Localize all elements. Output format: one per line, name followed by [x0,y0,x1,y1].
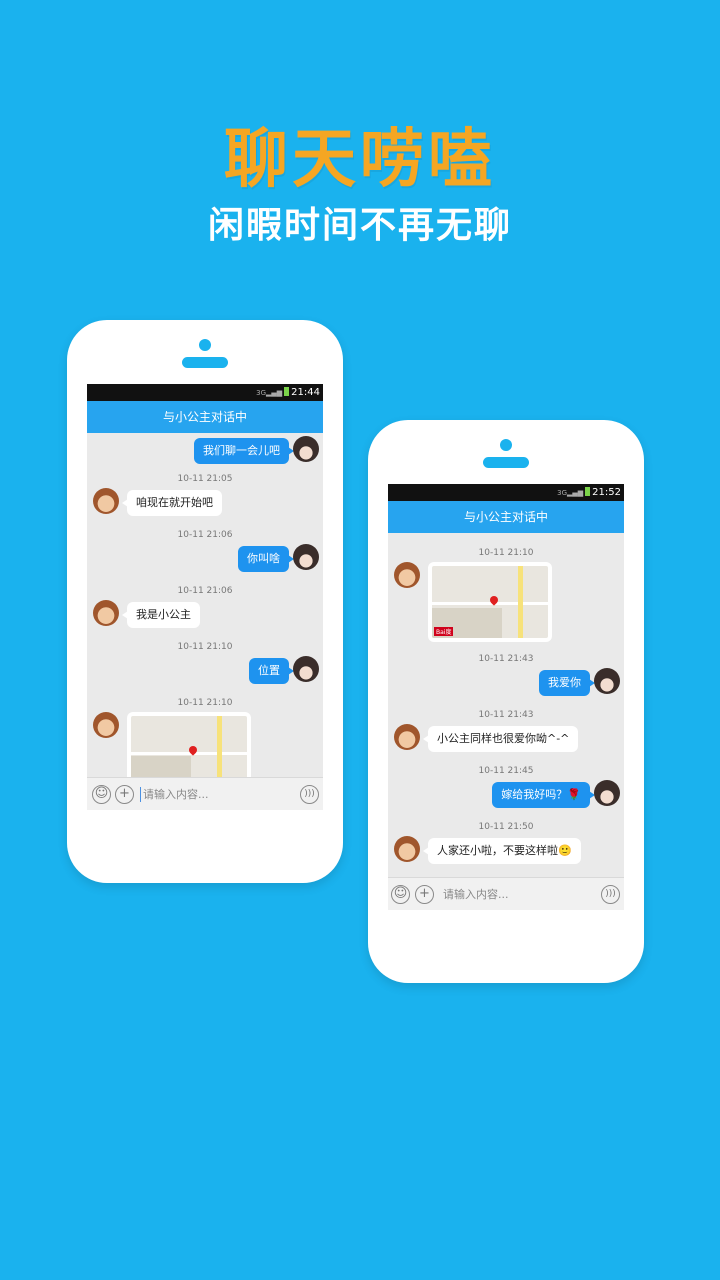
timestamp: 10-11 21:50 [478,822,534,832]
camera-dot [500,439,512,451]
input-bar: ☺ + 请输入内容... ))) [87,777,323,810]
timestamp: 10-11 21:43 [478,710,534,720]
message-row [87,712,323,784]
sent-bubble[interactable]: 我爱你 [539,670,595,696]
timestamp: 10-11 21:06 [177,530,233,540]
sent-bubble[interactable]: 我们聊一会儿吧 [194,438,294,464]
message-input[interactable]: 请输入内容... [143,778,209,810]
location-map-bubble[interactable]: Bai度 [428,562,552,642]
hero-subtitle: 闲暇时间不再无聊 [207,205,512,246]
message-row: 你叫啥 [87,544,323,574]
map-thumbnail [131,716,247,780]
phone-mockup-2: 3G▂▄▆ 21:52 与小公主对话中 10-11 21:10 Bai度 10-1… [368,420,644,983]
message-row: Bai度 [388,562,624,646]
map-logo: Bai度 [434,627,454,636]
speaker-grille [182,357,228,368]
message-row: 我们聊一会儿吧 [87,436,323,466]
location-map-bubble[interactable] [127,712,251,784]
camera-dot [199,339,211,351]
message-row: 咱现在就开始吧 [87,488,323,518]
contact-avatar[interactable] [93,488,119,514]
message-row: 人家还小啦，不要这样啦🙂 [388,836,624,866]
text-cursor [140,787,141,802]
user-avatar[interactable] [293,656,319,682]
voice-icon[interactable]: ))) [300,785,319,804]
contact-avatar[interactable] [93,712,119,738]
sent-bubble[interactable]: 你叫啥 [238,546,294,572]
voice-icon[interactable]: ))) [601,885,620,904]
status-time: 21:52 [592,487,621,498]
speaker-grille [483,457,529,468]
status-bar: 3G▂▄▆ 21:44 [87,384,323,401]
plus-icon[interactable]: + [115,785,134,804]
received-bubble[interactable]: 我是小公主 [122,602,200,628]
message-row: 小公主同样也很爱你呦^-^ [388,724,624,754]
chat-title: 与小公主对话中 [388,501,624,533]
message-row: 嫁给我好吗？🌹 [388,780,624,810]
chat-title: 与小公主对话中 [87,401,323,433]
chat-screen-1: 3G▂▄▆ 21:44 与小公主对话中 我们聊一会儿吧 10-11 21:05 咱… [87,384,323,810]
chat-screen-2: 3G▂▄▆ 21:52 与小公主对话中 10-11 21:10 Bai度 10-1… [388,484,624,910]
user-avatar[interactable] [293,544,319,570]
timestamp: 10-11 21:10 [478,548,534,558]
contact-avatar[interactable] [394,562,420,588]
message-input[interactable]: 请输入内容... [443,878,509,910]
message-list[interactable]: 我们聊一会儿吧 10-11 21:05 咱现在就开始吧 10-11 21:06 … [87,436,323,788]
timestamp: 10-11 21:10 [177,698,233,708]
timestamp: 10-11 21:10 [177,642,233,652]
timestamp: 10-11 21:05 [177,474,233,484]
user-avatar[interactable] [594,668,620,694]
user-avatar[interactable] [594,780,620,806]
hero-title: 聊天唠嗑 [224,123,496,197]
message-list[interactable]: 10-11 21:10 Bai度 10-11 21:43 我爱你 10-11 2… [388,546,624,872]
map-thumbnail: Bai度 [432,566,548,638]
plus-icon[interactable]: + [415,885,434,904]
received-bubble[interactable]: 咱现在就开始吧 [122,490,222,516]
user-avatar[interactable] [293,436,319,462]
timestamp: 10-11 21:43 [478,654,534,664]
phone-mockup-1: 3G▂▄▆ 21:44 与小公主对话中 我们聊一会儿吧 10-11 21:05 咱… [67,320,343,883]
timestamp: 10-11 21:45 [478,766,534,776]
contact-avatar[interactable] [394,836,420,862]
received-bubble[interactable]: 小公主同样也很爱你呦^-^ [422,726,579,752]
received-bubble[interactable]: 人家还小啦，不要这样啦🙂 [423,838,581,864]
message-row: 我是小公主 [87,600,323,630]
message-row: 我爱你 [388,668,624,698]
contact-avatar[interactable] [93,600,119,626]
status-time: 21:44 [291,387,320,398]
smiley-icon[interactable]: ☺ [92,785,111,804]
smiley-icon[interactable]: ☺ [391,885,410,904]
message-row: 位置 [87,656,323,686]
sent-bubble[interactable]: 位置 [249,658,294,684]
status-bar: 3G▂▄▆ 21:52 [388,484,624,501]
contact-avatar[interactable] [394,724,420,750]
timestamp: 10-11 21:06 [177,586,233,596]
input-bar: ☺ + 请输入内容... ))) [388,877,624,910]
sent-bubble[interactable]: 嫁给我好吗？🌹 [492,782,595,808]
